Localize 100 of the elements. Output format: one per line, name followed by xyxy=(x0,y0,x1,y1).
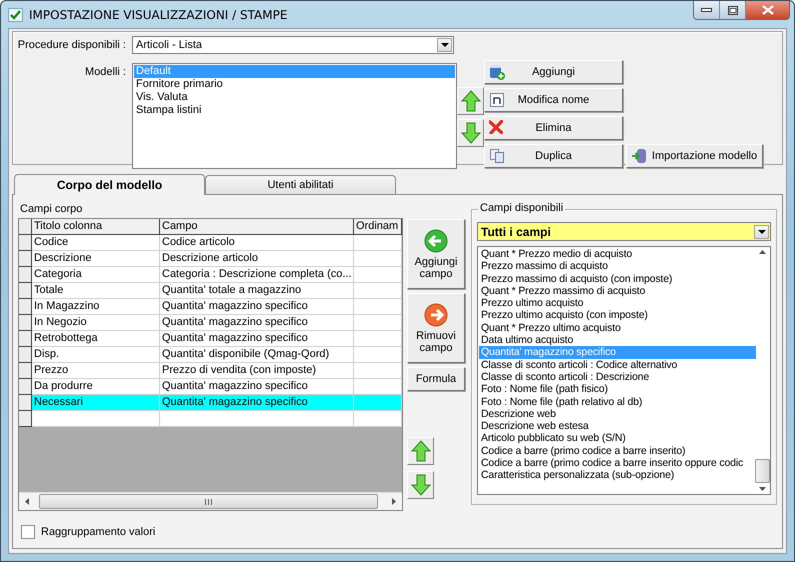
column-header[interactable]: Titolo colonna xyxy=(32,219,160,235)
tab[interactable]: Utenti abilitati xyxy=(205,175,396,194)
table-cell: Descrizione articolo xyxy=(160,251,354,267)
row-header[interactable] xyxy=(19,251,32,267)
scroll-down-icon xyxy=(759,487,766,491)
list-item[interactable]: Fornitore primario xyxy=(134,78,455,91)
caret-icon xyxy=(758,230,766,234)
row-header[interactable] xyxy=(19,235,32,251)
section-label: Campi corpo xyxy=(19,202,84,217)
import-icon xyxy=(631,148,647,164)
list-item[interactable]: Prezzo massimo di acquisto (con imposte) xyxy=(479,272,756,285)
table-cell xyxy=(354,379,402,395)
copy-button[interactable]: Duplica xyxy=(484,144,623,168)
checkbox[interactable] xyxy=(21,525,35,539)
caret-icon xyxy=(440,43,448,47)
list-item[interactable]: Stampa listini xyxy=(134,104,455,117)
row-header[interactable] xyxy=(19,315,32,331)
add-box-icon xyxy=(489,64,505,80)
list-item[interactable]: Foto : Nome file (path relativo al db) xyxy=(479,396,756,408)
checkmark-icon xyxy=(8,6,24,22)
close-button[interactable] xyxy=(746,1,789,19)
list-item[interactable]: Descrizione web xyxy=(479,408,756,420)
list-item[interactable]: Prezzo ultimo acquisto xyxy=(479,297,756,310)
table-cell: Descrizione xyxy=(32,251,160,267)
table-cell: Quantita' magazzino specifico xyxy=(160,331,354,347)
list-item[interactable]: Codice a barre (primo codice a barre inserito oppure codic xyxy=(479,457,756,470)
list-item[interactable]: Foto : Nome file (path fisico) xyxy=(479,383,756,396)
table-cell xyxy=(354,395,402,411)
dropdown-button[interactable] xyxy=(754,224,769,238)
table-cell: In Magazzino xyxy=(32,299,160,315)
column-header[interactable]: Ordinam xyxy=(354,219,402,235)
table-cell: Categoria : Descrizione completa (co... xyxy=(160,267,354,283)
list-item[interactable]: Descrizione web estesa xyxy=(479,420,756,432)
list-item[interactable]: Prezzo massimo di acquisto xyxy=(479,260,756,273)
list-item[interactable]: Quant * Prezzo medio di acquisto xyxy=(479,248,756,260)
row-header[interactable] xyxy=(19,283,32,299)
row-header[interactable] xyxy=(19,411,32,427)
list-item[interactable]: Vis. Valuta xyxy=(134,91,455,104)
row-header[interactable] xyxy=(19,395,32,411)
window-title: IMPOSTAZIONE VISUALIZZAZIONI / STAMPE xyxy=(29,8,288,22)
table-cell: Quantita' disponibile (Qmag-Qord) xyxy=(160,347,354,363)
table-cell: Quantita' magazzino specifico xyxy=(160,299,354,315)
rename-button[interactable]: Modifica nome xyxy=(484,88,623,112)
list-item[interactable]: Classe di sconto articoli : Descrizione xyxy=(479,370,756,384)
scroll-up-icon xyxy=(759,250,766,254)
table-cell xyxy=(354,299,402,315)
tab[interactable]: Corpo del modello xyxy=(14,174,205,195)
add-field-button[interactable]: Aggiungi campo xyxy=(407,219,465,289)
list-item[interactable]: Quant * Prezzo ultimo acquisto xyxy=(479,322,756,334)
remove-field-button[interactable]: Rimuovi campo xyxy=(407,293,465,363)
scroll-left-icon xyxy=(25,498,29,505)
table-cell: Da produrre xyxy=(32,379,160,395)
maximize-button[interactable] xyxy=(720,1,746,19)
list-item[interactable]: Codice a barre (primo codice a barre inserito) xyxy=(479,444,756,458)
scrollbar-thumb[interactable] xyxy=(755,459,770,483)
list-item[interactable]: Data ultimo acquisto xyxy=(479,334,756,346)
table-cell xyxy=(354,347,402,363)
dropdown-button[interactable] xyxy=(437,38,452,52)
table-cell: Codice articolo xyxy=(160,235,354,251)
add-button[interactable]: Aggiungi xyxy=(484,60,623,84)
row-header[interactable] xyxy=(19,299,32,315)
row-header[interactable] xyxy=(19,219,32,235)
table-cell: Necessari xyxy=(32,395,160,411)
rename-icon xyxy=(489,92,505,108)
table-cell xyxy=(354,411,402,427)
table-cell: Disp. xyxy=(32,347,160,363)
list-item[interactable]: Quant * Prezzo massimo di acquisto xyxy=(479,284,756,298)
list-item[interactable]: Classe di sconto articoli : Codice alternativo xyxy=(479,358,756,371)
delete-button[interactable]: Elimina xyxy=(484,116,623,140)
table-cell xyxy=(354,331,402,347)
row-header[interactable] xyxy=(19,267,32,283)
move-up-button[interactable] xyxy=(457,87,484,115)
table-cell xyxy=(354,235,402,251)
list-item[interactable]: Caratteristica personalizzata (sub-opzione) xyxy=(479,469,756,482)
table-cell: In Negozio xyxy=(32,315,160,331)
row-header[interactable] xyxy=(19,331,32,347)
table-cell: Prezzo xyxy=(32,363,160,379)
row-header[interactable] xyxy=(19,347,32,363)
procedure-dropdown[interactable]: Articoli - Lista xyxy=(132,36,454,54)
scroll-right-icon xyxy=(392,498,396,505)
filter-dropdown[interactable]: Tutti i campi xyxy=(477,222,771,241)
down-arrow-icon xyxy=(410,474,430,496)
import-button[interactable]: Importazione modello xyxy=(626,144,763,168)
text-field-button[interactable]: Formula xyxy=(407,367,465,391)
row-header[interactable] xyxy=(19,363,32,379)
move-up-button[interactable] xyxy=(407,437,434,465)
group-title: Campi disponibili xyxy=(478,202,566,214)
move-down-button[interactable] xyxy=(457,119,484,147)
table-cell: Quantita' magazzino specifico xyxy=(160,379,354,395)
list-item[interactable]: Prezzo ultimo acquisto (con imposte) xyxy=(479,309,756,322)
down-arrow-icon xyxy=(460,122,480,144)
horizontal-scrollbar[interactable] xyxy=(19,492,402,510)
list-item[interactable]: Articolo pubblicato su web (S/N) xyxy=(479,432,756,445)
table-cell: Codice xyxy=(32,235,160,251)
vertical-scrollbar[interactable] xyxy=(756,248,769,493)
move-down-button[interactable] xyxy=(407,471,434,499)
column-header[interactable]: Campo xyxy=(160,219,354,235)
minimize-button[interactable] xyxy=(694,1,720,19)
row-header[interactable] xyxy=(19,379,32,395)
table-cell xyxy=(354,283,402,299)
